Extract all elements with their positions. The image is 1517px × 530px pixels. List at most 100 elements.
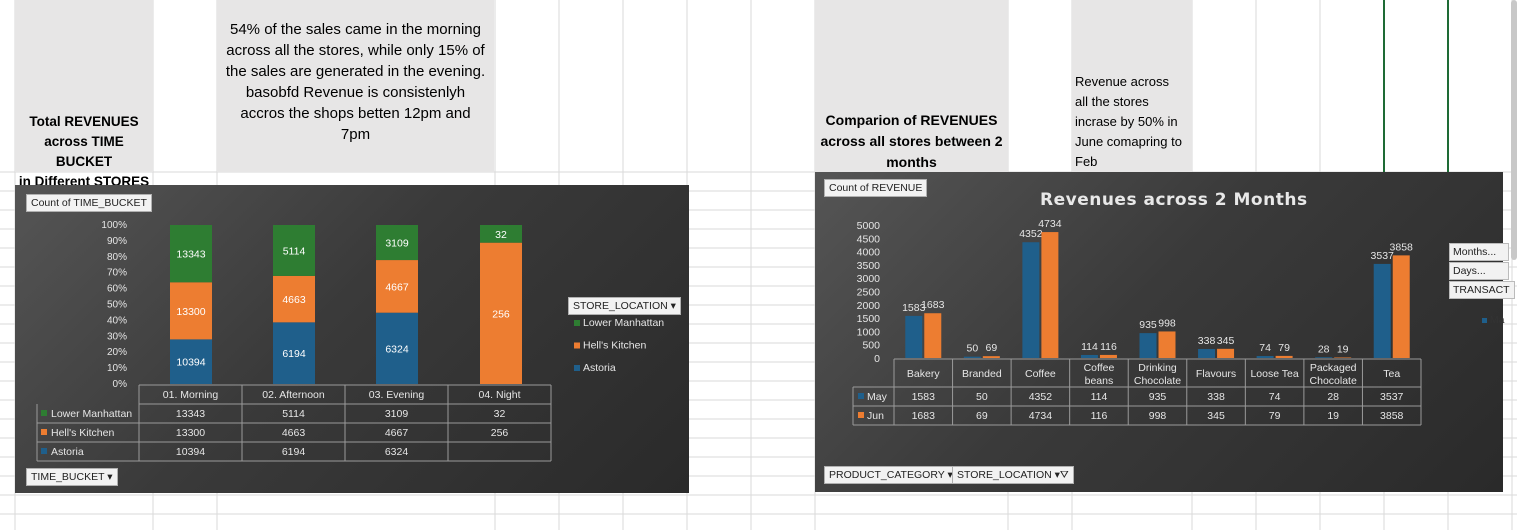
y-tick-label: 2000 <box>857 300 881 312</box>
store-location-filter-button[interactable]: STORE_LOCATION ▾⛛ <box>952 466 1074 484</box>
data-label: 3858 <box>1390 241 1414 253</box>
table-column-header: Flavours <box>1196 368 1236 380</box>
column-border-line <box>1447 0 1449 172</box>
data-label: 28 <box>1318 343 1330 355</box>
right-heading-line: months <box>886 154 937 170</box>
filter-funnel-icon: ▾⛛ <box>1054 469 1069 481</box>
product-category-filter-button[interactable]: PRODUCT_CATEGORY ▾ <box>824 466 958 484</box>
note-line: Revenue across <box>1075 74 1169 89</box>
data-label: 50 <box>966 343 978 355</box>
table-row-header: Jun <box>867 410 884 422</box>
legend-swatch <box>41 410 47 416</box>
bar <box>905 315 923 358</box>
bar <box>1080 354 1098 358</box>
chart-title: Revenues across 2 Months <box>1040 190 1308 210</box>
data-label: 4667 <box>385 281 409 293</box>
table-cell: 28 <box>1327 391 1339 403</box>
data-label: 5114 <box>283 245 306 257</box>
left-heading-line: Total REVENUES <box>29 114 139 129</box>
table-cell: 79 <box>1269 410 1281 422</box>
table-cell: 3537 <box>1380 391 1404 403</box>
table-cell: 6194 <box>282 446 306 458</box>
table-cell: 74 <box>1269 391 1281 403</box>
vertical-scrollbar[interactable] <box>1511 0 1517 260</box>
data-label: 6194 <box>282 348 306 360</box>
data-label: 19 <box>1337 343 1349 355</box>
value-field-button[interactable]: Count of REVENUE <box>824 179 928 197</box>
note-line: basobfd Revenue is consistenlyh <box>245 84 466 101</box>
data-label: 69 <box>985 342 997 354</box>
legend-swatch <box>574 320 580 326</box>
left-chart-heading: Total REVENUES across TIME BUCKET in Dif… <box>15 112 153 192</box>
data-label: 13343 <box>176 249 205 261</box>
note-line: across all the stores, while only 15% of <box>226 42 485 59</box>
revenue-chart-svg: 5000450040003500300025002000150010005000… <box>852 218 1422 426</box>
header-line: Packaged <box>1310 362 1357 374</box>
note-line: incrase by 50% in <box>1075 114 1178 129</box>
y-tick-label: 0% <box>113 379 128 390</box>
legend-field-label: STORE_LOCATION <box>573 300 668 312</box>
table-cell: 4734 <box>1029 410 1053 422</box>
table-column-header: 04. Night <box>478 389 520 401</box>
legend-label: Astoria <box>583 362 616 374</box>
table-row-header: Lower Manhattan <box>51 408 132 420</box>
table-column-header: Drinking Chocolate <box>1134 362 1181 387</box>
y-tick-label: 4500 <box>857 233 881 245</box>
axis-field-button[interactable]: TIME_BUCKET ▾ <box>26 468 118 486</box>
revenue-months-pivot-chart[interactable]: 5000 4500 4000 3500 3000 2500 2000 1500 1000 500 0… <box>815 172 1503 492</box>
data-label: 256 <box>492 308 510 320</box>
y-tick-label: 80% <box>107 252 127 263</box>
bar <box>982 356 1000 358</box>
legend-swatch <box>858 393 864 399</box>
legend-swatch <box>1482 318 1487 323</box>
y-tick-label: 3000 <box>857 273 881 285</box>
header-line: beans <box>1085 375 1114 387</box>
note-line: Feb <box>1075 154 1098 169</box>
table-column-header: Branded <box>962 368 1002 380</box>
table-cell: 1583 <box>912 391 936 403</box>
note-line: 7pm <box>340 126 371 143</box>
data-label: 13300 <box>176 306 205 318</box>
table-row-header: May <box>867 391 888 403</box>
bar <box>1392 255 1410 358</box>
table-column-header: Loose Tea <box>1250 368 1298 380</box>
header-line: Chocolate <box>1310 375 1357 387</box>
y-tick-label: 40% <box>107 315 127 326</box>
table-cell: 19 <box>1327 410 1339 422</box>
table-cell: 5114 <box>282 408 305 420</box>
table-cell: 4663 <box>282 427 306 439</box>
table-cell: 50 <box>976 391 988 403</box>
months-field-button[interactable]: Months... <box>1449 243 1509 261</box>
value-field-button[interactable]: Count of TIME_BUCKET <box>26 194 152 212</box>
bar <box>963 356 981 358</box>
y-tick-label: 500 <box>862 340 880 352</box>
time-bucket-pivot-chart[interactable]: 100% 90% 80% 70% 60% 50% 40% 30% 20% 10% 0% 10394 13… <box>15 185 689 493</box>
y-tick-label: 3500 <box>857 260 881 272</box>
legend-field-button[interactable]: STORE_LOCATION ▾ <box>568 297 681 315</box>
y-tick-label: 20% <box>107 347 127 358</box>
table-column-header: Coffee beans <box>1084 362 1115 387</box>
days-field-button[interactable]: Days... <box>1449 262 1509 280</box>
bar <box>1315 357 1333 358</box>
y-tick-label: 90% <box>107 236 127 247</box>
data-label: 6324 <box>385 343 409 355</box>
note-line: June comapring to <box>1075 134 1182 149</box>
transaction-field-button[interactable]: TRANSACT <box>1449 281 1515 299</box>
data-label: 998 <box>1158 317 1176 329</box>
note-line: 54% of the sales came in the morning <box>230 21 481 38</box>
legend-swatch <box>574 342 580 349</box>
table-cell: 69 <box>976 410 988 422</box>
header-line: Coffee <box>1084 362 1115 374</box>
data-label: 74 <box>1259 342 1271 354</box>
legend-label: Hell's Kitchen <box>583 340 646 352</box>
bar <box>1373 263 1391 358</box>
legend-swatch <box>41 429 47 435</box>
header-line: Chocolate <box>1134 375 1181 387</box>
table-cell: 3109 <box>385 408 409 420</box>
y-tick-label: 5000 <box>857 220 881 232</box>
y-tick-label: 0 <box>874 353 880 365</box>
table-cell: 338 <box>1207 391 1225 403</box>
table-cell: 116 <box>1091 410 1108 422</box>
table-cell: 13300 <box>176 427 205 439</box>
table-cell: 998 <box>1149 410 1167 422</box>
